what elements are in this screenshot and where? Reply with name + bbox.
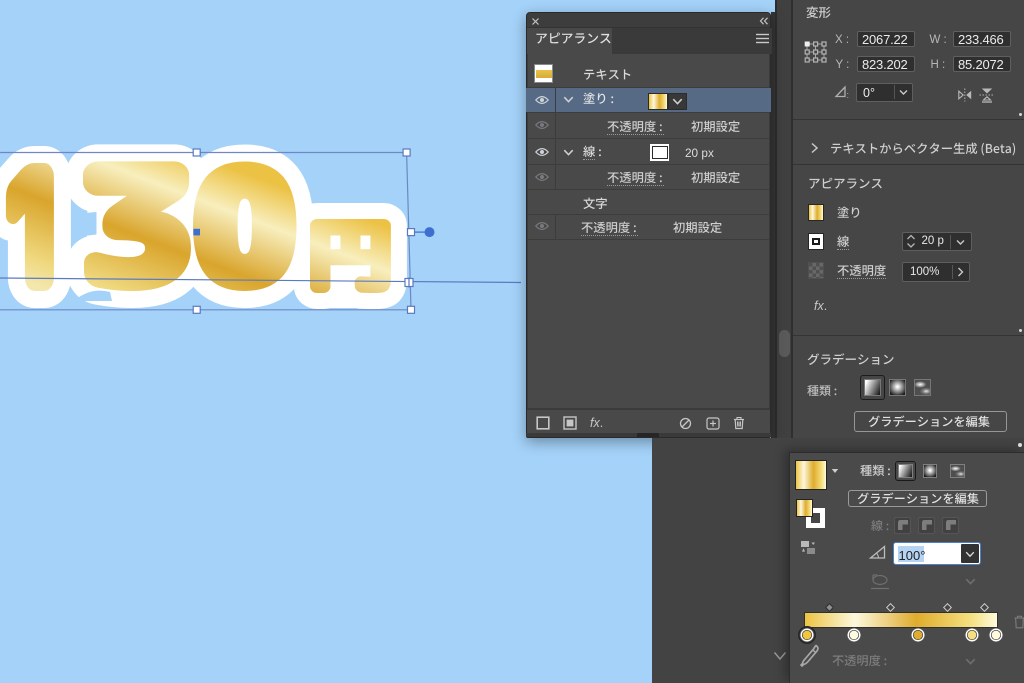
- svg-text::: :: [847, 90, 850, 99]
